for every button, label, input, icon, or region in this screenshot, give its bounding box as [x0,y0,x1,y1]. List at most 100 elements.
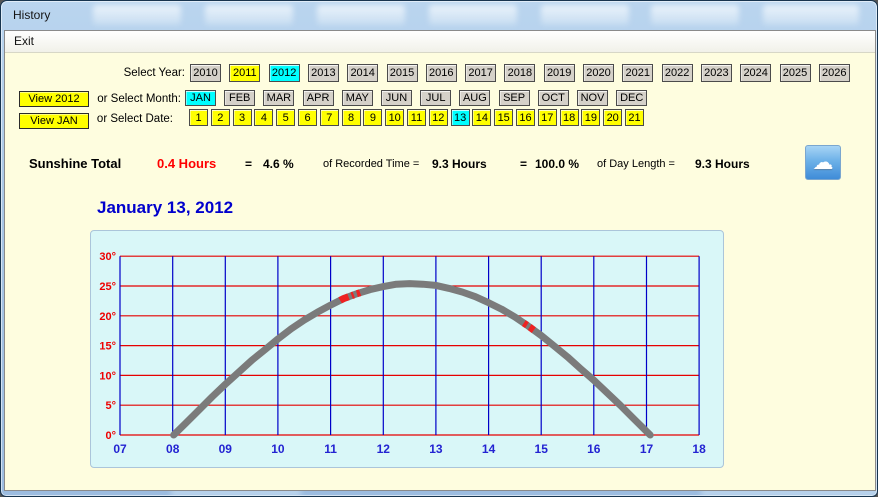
date-button-7[interactable]: 7 [319,109,339,126]
view-month-button[interactable]: View JAN [19,113,89,129]
month-button-may[interactable]: MAY [341,90,373,106]
year-button-2014[interactable]: 2014 [347,64,379,82]
month-button-aug[interactable]: AUG [459,90,491,106]
svg-text:30°: 30° [99,251,116,263]
svg-text:10: 10 [271,442,285,456]
date-button-21[interactable]: 21 [625,109,644,126]
background-blur-shape [93,5,181,25]
content: Select Year: or Select Month: or Select … [5,53,875,490]
svg-text:10°: 10° [99,370,116,382]
year-button-2019[interactable]: 2019 [543,64,575,82]
date-button-17[interactable]: 17 [537,109,557,126]
date-button-4[interactable]: 4 [254,109,274,126]
cloud-icon: ☁ [812,151,834,174]
background-blur-shape [205,5,293,25]
svg-text:08: 08 [166,442,180,456]
window-title: History [13,8,51,22]
svg-text:15°: 15° [99,341,116,353]
menu-exit[interactable]: Exit [5,31,43,52]
year-button-2013[interactable]: 2013 [307,64,339,82]
background-blur-shape [429,5,517,25]
day-length-label: of Day Length = [597,158,675,170]
svg-text:11: 11 [324,442,337,456]
equals-sign: = [245,157,253,171]
year-button-2016[interactable]: 2016 [425,64,457,82]
year-button-2011[interactable]: 2011 [229,64,261,82]
date-button-15[interactable]: 15 [494,109,514,126]
daylength-percent-value: 100.0 % [535,157,580,171]
month-button-jan[interactable]: JAN [185,90,216,106]
equals-sign: = [520,157,528,171]
year-button-2023[interactable]: 2023 [700,64,732,82]
svg-text:15: 15 [535,442,549,456]
chart-panel: 0° 5° 10° 15° 20° 25° 30° 07 08 09 10 11 12 13 14 15 16 1… [90,230,724,468]
year-button-2015[interactable]: 2015 [386,64,418,82]
background-blur-shape [763,5,859,25]
svg-text:07: 07 [113,442,127,456]
background-blur-shape [651,5,739,25]
view-year-button[interactable]: View 2012 [19,91,89,107]
svg-text:5°: 5° [105,400,116,412]
date-button-10[interactable]: 10 [385,109,405,126]
month-button-sep[interactable]: SEP [498,90,530,106]
year-button-2024[interactable]: 2024 [740,64,772,82]
svg-text:13: 13 [429,442,443,456]
background-blur-shape [317,5,405,25]
svg-text:20°: 20° [99,311,116,323]
date-button-2[interactable]: 2 [210,109,230,126]
svg-text:16: 16 [587,442,601,456]
svg-text:18: 18 [692,442,706,456]
date-button-8[interactable]: 8 [341,109,361,126]
year-button-2026[interactable]: 2026 [818,64,850,82]
date-button-3[interactable]: 3 [232,109,252,126]
date-button-19[interactable]: 19 [581,109,601,126]
year-button-2010[interactable]: 2010 [190,64,221,82]
weather-button[interactable]: ☁ [805,145,841,180]
date-button-1[interactable]: 1 [189,109,208,126]
year-button-2021[interactable]: 2021 [622,64,654,82]
year-button-2022[interactable]: 2022 [661,64,693,82]
background-blur-shape [541,5,629,25]
titlebar[interactable]: History [1,1,877,30]
date-button-18[interactable]: 18 [559,109,579,126]
svg-text:14: 14 [482,442,496,456]
date-button-16[interactable]: 16 [516,109,535,126]
date-button-9[interactable]: 9 [363,109,383,126]
menubar: Exit [5,31,875,53]
month-button-mar[interactable]: MAR [263,90,295,106]
svg-text:25°: 25° [99,281,116,293]
sunshine-total-label: Sunshine Total [29,156,122,171]
select-year-label: Select Year: [123,67,185,79]
month-button-jul[interactable]: JUL [420,90,452,106]
svg-text:0°: 0° [105,430,116,442]
chart-date-title: January 13, 2012 [97,198,234,217]
month-button-feb[interactable]: FEB [224,90,256,106]
date-button-20[interactable]: 20 [603,109,623,126]
date-button-14[interactable]: 14 [472,109,492,126]
month-button-jun[interactable]: JUN [381,90,412,106]
client-area: Exit Select Year: or Select Month: or Se… [4,30,876,491]
recorded-time-value: 9.3 Hours [432,157,487,171]
month-button-dec[interactable]: DEC [616,90,648,106]
date-button-5[interactable]: 5 [276,109,296,126]
day-length-value: 9.3 Hours [695,157,750,171]
month-button-apr[interactable]: APR [302,90,334,106]
recorded-percent-value: 4.6 % [263,157,294,171]
sunshine-total-value: 0.4 Hours [157,156,217,171]
year-button-2017[interactable]: 2017 [465,64,497,82]
svg-text:17: 17 [640,442,654,456]
date-button-13[interactable]: 13 [450,109,470,126]
svg-text:12: 12 [377,442,391,456]
year-button-2025[interactable]: 2025 [779,64,811,82]
year-button-2012[interactable]: 2012 [268,64,300,82]
month-button-oct[interactable]: OCT [537,90,569,106]
year-button-2020[interactable]: 2020 [583,64,614,82]
month-button-nov[interactable]: NOV [577,90,608,106]
history-window: History Exit Select Year: or Select Mont… [0,0,878,497]
year-button-2018[interactable]: 2018 [504,64,536,82]
date-button-12[interactable]: 12 [428,109,448,126]
date-button-11[interactable]: 11 [407,109,426,126]
svg-text:09: 09 [219,442,233,456]
date-button-6[interactable]: 6 [298,109,317,126]
sun-elevation-chart: 0° 5° 10° 15° 20° 25° 30° 07 08 09 10 11 12 13 14 15 16 1… [99,251,706,456]
